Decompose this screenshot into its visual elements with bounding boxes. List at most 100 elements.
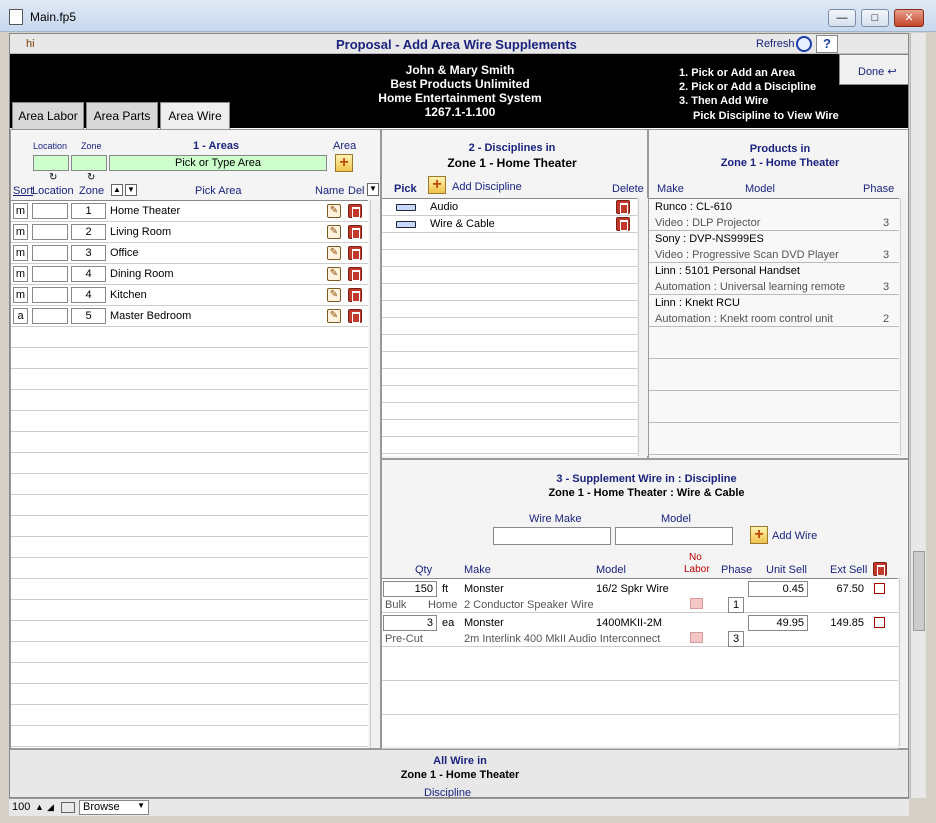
- delete-area-button[interactable]: [348, 267, 362, 281]
- location-field[interactable]: [32, 266, 68, 282]
- wire-scrollbar[interactable]: [899, 578, 908, 746]
- wire-qty-field[interactable]: 3: [383, 615, 437, 631]
- product-row[interactable]: Linn : 5101 Personal Handset Automation :…: [649, 263, 899, 295]
- area-name[interactable]: Master Bedroom: [110, 310, 191, 322]
- area-row[interactable]: [11, 600, 368, 621]
- sort-code-field[interactable]: m: [13, 287, 28, 303]
- discipline-row[interactable]: [382, 437, 637, 454]
- wire-model-input[interactable]: [615, 527, 733, 545]
- area-row[interactable]: [11, 621, 368, 642]
- scroll-thumb[interactable]: [913, 551, 925, 631]
- add-wire-button[interactable]: +: [750, 526, 768, 544]
- area-row[interactable]: m 4 Kitchen ✎: [11, 285, 368, 306]
- area-row[interactable]: [11, 474, 368, 495]
- area-row[interactable]: [11, 411, 368, 432]
- area-row[interactable]: m 1 Home Theater ✎: [11, 201, 368, 222]
- edit-area-button[interactable]: ✎: [327, 309, 341, 323]
- zone-field[interactable]: 5: [71, 308, 106, 324]
- location-field[interactable]: [32, 203, 68, 219]
- area-row[interactable]: [11, 390, 368, 411]
- location-field[interactable]: [32, 287, 68, 303]
- area-row[interactable]: [11, 537, 368, 558]
- area-row[interactable]: [11, 369, 368, 390]
- wire-row[interactable]: 3 ea Monster 1400MKII-2M 49.95 149.85 Pre-Cut 2…: [382, 613, 898, 647]
- area-name[interactable]: Living Room: [110, 226, 171, 238]
- area-row[interactable]: [11, 432, 368, 453]
- sort-down-icon[interactable]: ▼: [125, 184, 137, 196]
- area-row[interactable]: [11, 642, 368, 663]
- discipline-name[interactable]: Wire & Cable: [430, 218, 495, 230]
- area-row[interactable]: [11, 705, 368, 726]
- discipline-row[interactable]: [382, 250, 637, 267]
- discipline-row[interactable]: [382, 318, 637, 335]
- layout-icon[interactable]: [61, 802, 75, 813]
- edit-area-button[interactable]: ✎: [327, 246, 341, 260]
- area-name[interactable]: Dining Room: [110, 268, 174, 280]
- product-row[interactable]: [649, 359, 899, 391]
- product-row[interactable]: [649, 423, 899, 455]
- area-name[interactable]: Kitchen: [110, 289, 147, 301]
- tab-area-wire[interactable]: Area Wire: [160, 102, 230, 129]
- done-button[interactable]: Done ↩: [839, 54, 908, 85]
- delete-discipline-button[interactable]: [616, 200, 630, 214]
- zone-field[interactable]: 2: [71, 224, 106, 240]
- area-row[interactable]: [11, 684, 368, 705]
- wire-select-checkbox[interactable]: [874, 583, 885, 594]
- pencil-icon[interactable]: [396, 221, 416, 228]
- product-row[interactable]: Runco : CL-610 Video : DLP Projector 3: [649, 199, 899, 231]
- discipline-name[interactable]: Audio: [430, 201, 458, 213]
- location-field[interactable]: [32, 308, 68, 324]
- area-row[interactable]: m 4 Dining Room ✎: [11, 264, 368, 285]
- area-row[interactable]: m 3 Office ✎: [11, 243, 368, 264]
- edit-area-button[interactable]: ✎: [327, 225, 341, 239]
- wire-make-input[interactable]: [493, 527, 611, 545]
- wire-phase-field[interactable]: 3: [728, 631, 744, 647]
- area-row[interactable]: [11, 726, 368, 747]
- sort-code-field[interactable]: a: [13, 308, 28, 324]
- sort-location-icon[interactable]: ↻: [49, 172, 57, 183]
- wire-select-checkbox[interactable]: [874, 617, 885, 628]
- location-field[interactable]: [32, 224, 68, 240]
- location-field[interactable]: [32, 245, 68, 261]
- area-row[interactable]: [11, 495, 368, 516]
- location-filter-input[interactable]: [33, 155, 69, 171]
- edit-area-button[interactable]: ✎: [327, 288, 341, 302]
- zoom-in-icon[interactable]: ◢: [47, 802, 54, 813]
- window-scrollbar[interactable]: [910, 33, 926, 798]
- product-row[interactable]: [649, 327, 899, 359]
- area-name[interactable]: Home Theater: [110, 205, 180, 217]
- area-row[interactable]: [11, 348, 368, 369]
- area-row[interactable]: [11, 579, 368, 600]
- zone-field[interactable]: 1: [71, 203, 106, 219]
- delete-area-button[interactable]: [348, 246, 362, 260]
- refresh-icon[interactable]: [796, 36, 812, 52]
- areas-scrollbar[interactable]: [370, 200, 380, 748]
- zoom-level[interactable]: 100: [12, 801, 30, 813]
- area-row[interactable]: [11, 558, 368, 579]
- edit-area-button[interactable]: ✎: [327, 204, 341, 218]
- zoom-out-icon[interactable]: ▲: [35, 802, 44, 812]
- zone-field[interactable]: 4: [71, 287, 106, 303]
- tab-area-labor[interactable]: Area Labor: [12, 102, 84, 129]
- pencil-icon[interactable]: [396, 204, 416, 211]
- discipline-row[interactable]: [382, 284, 637, 301]
- dropdown-icon[interactable]: ▼: [367, 183, 379, 196]
- discipline-row[interactable]: [382, 403, 637, 420]
- maximize-button[interactable]: □: [861, 9, 889, 27]
- area-row[interactable]: [11, 327, 368, 348]
- wire-row[interactable]: [382, 715, 898, 749]
- wire-unit-sell-field[interactable]: 0.45: [748, 581, 808, 597]
- zone-field[interactable]: 4: [71, 266, 106, 282]
- product-row[interactable]: Linn : Knekt RCU Automation : Knekt room …: [649, 295, 899, 327]
- discipline-row[interactable]: Audio: [382, 199, 637, 216]
- edit-area-button[interactable]: ✎: [327, 267, 341, 281]
- area-row[interactable]: [11, 663, 368, 684]
- area-name[interactable]: Office: [110, 247, 139, 259]
- tab-area-parts[interactable]: Area Parts: [86, 102, 158, 129]
- no-labor-checkbox[interactable]: [690, 632, 703, 643]
- product-row[interactable]: [649, 391, 899, 423]
- delete-area-button[interactable]: [348, 288, 362, 302]
- wire-row[interactable]: 150 ft Monster 16/2 Spkr Wire 0.45 67.50 Bulk H…: [382, 579, 898, 613]
- delete-area-button[interactable]: [348, 204, 362, 218]
- add-wire-label[interactable]: Add Wire: [772, 530, 817, 542]
